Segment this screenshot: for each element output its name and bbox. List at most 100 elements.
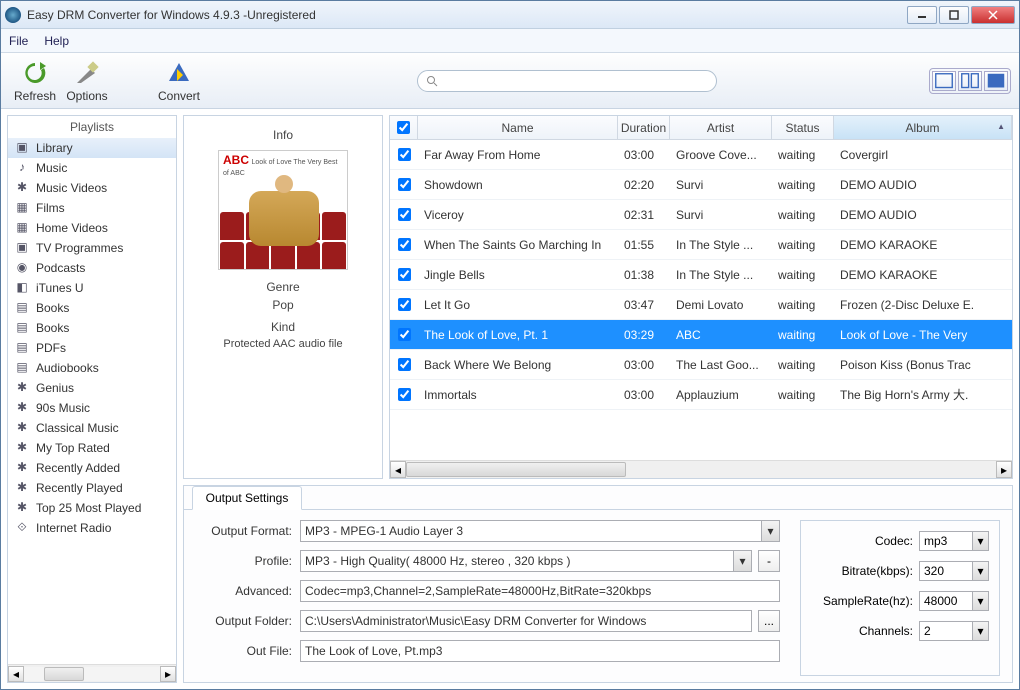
scroll-thumb[interactable] xyxy=(406,462,626,477)
sidebar-item[interactable]: ✱Top 25 Most Played xyxy=(8,498,176,518)
check-all[interactable] xyxy=(397,121,410,134)
row-check[interactable] xyxy=(398,178,411,191)
codec-select[interactable]: mp3▾ xyxy=(919,531,989,551)
cell-duration: 03:00 xyxy=(618,388,670,402)
scroll-right-icon[interactable]: ▸ xyxy=(160,666,176,682)
advanced-label: Advanced: xyxy=(196,584,292,598)
close-button[interactable] xyxy=(971,6,1015,24)
row-check[interactable] xyxy=(398,268,411,281)
playlist-icon: ✱ xyxy=(14,180,30,196)
sidebar-item[interactable]: ✱Recently Added xyxy=(8,458,176,478)
convert-button[interactable]: Convert xyxy=(153,59,205,103)
profile-dialog-button[interactable]: - xyxy=(758,550,780,572)
menu-help[interactable]: Help xyxy=(44,34,69,48)
cell-duration: 01:55 xyxy=(618,238,670,252)
sidebar-item[interactable]: ⟐Internet Radio xyxy=(8,518,176,538)
folder-input[interactable]: C:\Users\Administrator\Music\Easy DRM Co… xyxy=(300,610,752,632)
table-row[interactable]: Immortals03:00ApplauziumwaitingThe Big H… xyxy=(390,380,1012,410)
scroll-left-icon[interactable]: ◂ xyxy=(8,666,24,682)
scroll-right-icon[interactable]: ▸ xyxy=(996,461,1012,478)
playlist-list[interactable]: ▣Library♪Music✱Music Videos▦Films▦Home V… xyxy=(8,138,176,664)
col-album[interactable]: Album▲ xyxy=(834,116,1012,139)
menu-file[interactable]: File xyxy=(9,34,28,48)
sidebar-item[interactable]: ▤Audiobooks xyxy=(8,358,176,378)
sidebar-item[interactable]: ▣Library xyxy=(8,138,176,158)
output-settings-tab[interactable]: Output Settings xyxy=(192,486,302,510)
format-select[interactable]: MP3 - MPEG-1 Audio Layer 3▾ xyxy=(300,520,780,542)
col-duration[interactable]: Duration xyxy=(618,116,670,139)
cell-status: waiting xyxy=(772,298,834,312)
cell-duration: 03:00 xyxy=(618,358,670,372)
kind-value: Protected AAC audio file xyxy=(223,338,342,350)
sidebar-item[interactable]: ♪Music xyxy=(8,158,176,178)
sidebar-item[interactable]: ▤Books xyxy=(8,298,176,318)
row-check[interactable] xyxy=(398,328,411,341)
profile-select[interactable]: MP3 - High Quality( 48000 Hz, stereo , 3… xyxy=(300,550,752,572)
sidebar-item[interactable]: ✱Classical Music xyxy=(8,418,176,438)
sidebar-item-label: My Top Rated xyxy=(36,441,110,455)
toolbar: Refresh Options Convert xyxy=(1,53,1019,109)
cell-artist: ABC xyxy=(670,328,772,342)
search-input[interactable] xyxy=(417,70,717,92)
table-row[interactable]: Back Where We Belong03:00The Last Goo...… xyxy=(390,350,1012,380)
channels-select[interactable]: 2▾ xyxy=(919,621,989,641)
cell-duration: 01:38 xyxy=(618,268,670,282)
advanced-input[interactable]: Codec=mp3,Channel=2,SampleRate=48000Hz,B… xyxy=(300,580,780,602)
sidebar-item-label: Podcasts xyxy=(36,261,85,275)
sidebar-item[interactable]: ✱90s Music xyxy=(8,398,176,418)
info-panel: Info ABC Look of Love The Very Best of A… xyxy=(183,115,383,479)
view-grid-button[interactable] xyxy=(958,71,982,91)
sidebar-item[interactable]: ✱Genius xyxy=(8,378,176,398)
sidebar-item[interactable]: ✱Music Videos xyxy=(8,178,176,198)
cell-duration: 02:20 xyxy=(618,178,670,192)
sidebar-item[interactable]: ◧iTunes U xyxy=(8,278,176,298)
grid-scrollbar[interactable]: ◂ ▸ xyxy=(390,460,1012,478)
cell-name: Let It Go xyxy=(418,298,618,312)
sidebar-item[interactable]: ▦Films xyxy=(8,198,176,218)
col-name[interactable]: Name xyxy=(418,116,618,139)
cell-status: waiting xyxy=(772,238,834,252)
scroll-thumb[interactable] xyxy=(44,667,84,681)
cell-artist: Demi Lovato xyxy=(670,298,772,312)
sidebar-scrollbar[interactable]: ◂ ▸ xyxy=(8,664,176,682)
table-row[interactable]: Viceroy02:31SurviwaitingDEMO AUDIO xyxy=(390,200,1012,230)
row-check[interactable] xyxy=(398,208,411,221)
bitrate-select[interactable]: 320▾ xyxy=(919,561,989,581)
refresh-button[interactable]: Refresh xyxy=(9,59,61,103)
options-button[interactable]: Options xyxy=(61,59,113,103)
minimize-button[interactable] xyxy=(907,6,937,24)
view-list-button[interactable] xyxy=(932,71,956,91)
col-status[interactable]: Status xyxy=(772,116,834,139)
scroll-left-icon[interactable]: ◂ xyxy=(390,461,406,478)
row-check[interactable] xyxy=(398,298,411,311)
sidebar-item[interactable]: ▤PDFs xyxy=(8,338,176,358)
cell-name: Back Where We Belong xyxy=(418,358,618,372)
sidebar-item[interactable]: ▤Books xyxy=(8,318,176,338)
table-row[interactable]: When The Saints Go Marching In01:55In Th… xyxy=(390,230,1012,260)
table-row[interactable]: The Look of Love, Pt. 103:29ABCwaitingLo… xyxy=(390,320,1012,350)
col-artist[interactable]: Artist xyxy=(670,116,772,139)
view-cover-button[interactable] xyxy=(984,71,1008,91)
row-check[interactable] xyxy=(398,388,411,401)
playlist-icon: ▤ xyxy=(14,360,30,376)
cell-status: waiting xyxy=(772,358,834,372)
table-row[interactable]: Showdown02:20SurviwaitingDEMO AUDIO xyxy=(390,170,1012,200)
row-check[interactable] xyxy=(398,358,411,371)
outfile-input[interactable]: The Look of Love, Pt.mp3 xyxy=(300,640,780,662)
maximize-button[interactable] xyxy=(939,6,969,24)
table-row[interactable]: Jingle Bells01:38In The Style ...waiting… xyxy=(390,260,1012,290)
table-row[interactable]: Far Away From Home03:00Groove Cove...wai… xyxy=(390,140,1012,170)
sidebar-item[interactable]: ▣TV Programmes xyxy=(8,238,176,258)
sidebar-item[interactable]: ▦Home Videos xyxy=(8,218,176,238)
sidebar-item[interactable]: ◉Podcasts xyxy=(8,258,176,278)
sidebar-item[interactable]: ✱My Top Rated xyxy=(8,438,176,458)
genre-value: Pop xyxy=(272,298,293,312)
row-check[interactable] xyxy=(398,148,411,161)
samplerate-select[interactable]: 48000▾ xyxy=(919,591,989,611)
row-check[interactable] xyxy=(398,238,411,251)
sidebar-item[interactable]: ✱Recently Played xyxy=(8,478,176,498)
titlebar[interactable]: Easy DRM Converter for Windows 4.9.3 -Un… xyxy=(1,1,1019,29)
table-row[interactable]: Let It Go03:47Demi LovatowaitingFrozen (… xyxy=(390,290,1012,320)
col-check[interactable] xyxy=(390,116,418,139)
browse-button[interactable]: ... xyxy=(758,610,780,632)
